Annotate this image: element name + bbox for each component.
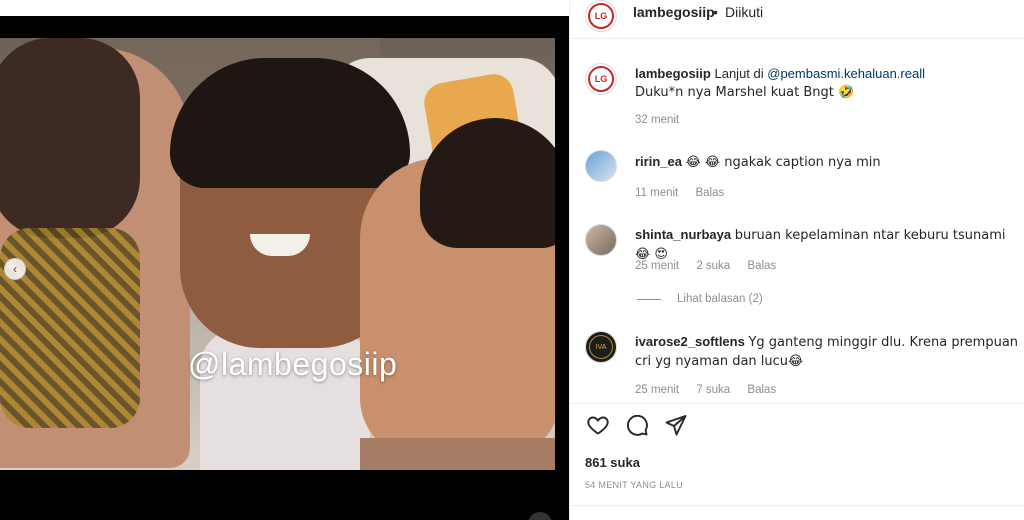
photo-hair-left: [0, 38, 140, 238]
caption-avatar[interactable]: LG: [585, 63, 617, 95]
comment-username[interactable]: ririn_ea: [635, 154, 682, 169]
send-icon: [665, 415, 687, 436]
lambegosiip-logo-icon: LG: [588, 66, 614, 92]
caption-time[interactable]: 32 menit: [635, 114, 679, 126]
ivarose-logo-icon: IVA: [589, 335, 613, 359]
caption-username[interactable]: lambegosiip: [635, 66, 711, 81]
caption-line2: Duku*n nya Marshel kuat Bngt 🤣: [635, 85, 855, 100]
photo-shirt-right: [360, 438, 555, 470]
view-replies-label: Lihat balasan (2): [677, 293, 763, 305]
like-button[interactable]: [585, 412, 611, 438]
caption-meta: 32 menit: [635, 114, 693, 126]
heart-icon: [587, 416, 609, 435]
comment-time[interactable]: 25 menit: [635, 260, 679, 272]
comment-icon: [626, 414, 648, 436]
header-divider: [570, 38, 1024, 39]
reply-button[interactable]: Balas: [747, 260, 776, 272]
photo-necklace: [0, 228, 140, 428]
post-photo[interactable]: @lambegosiip: [0, 38, 555, 470]
lambegosiip-logo-icon: LG: [588, 3, 614, 29]
post-timestamp[interactable]: 54 MENIT YANG LALU: [585, 480, 683, 490]
instagram-post-view: @lambegosiip ‹ LG lambegosiip • Diikuti …: [0, 0, 1024, 520]
reply-button[interactable]: Balas: [695, 187, 724, 199]
comment-username[interactable]: ivarose2_softlens: [635, 334, 745, 349]
comment-username[interactable]: shinta_nurbaya: [635, 227, 731, 242]
actions-divider: [570, 403, 1024, 404]
view-replies-button[interactable]: Lihat balasan (2): [637, 293, 763, 305]
chevron-left-icon: ‹: [13, 262, 17, 276]
comment-likes[interactable]: 7 suka: [696, 384, 730, 396]
media-watermark: @lambegosiip: [188, 346, 398, 382]
comment: ivarose2_softlens Yg ganteng minggir dlu…: [635, 333, 1020, 371]
caption-text: lambegosiip Lanjut di @pembasmi.kehaluan…: [635, 65, 1010, 102]
media-panel: @lambegosiip ‹: [0, 0, 569, 520]
comment-likes[interactable]: 2 suka: [696, 260, 730, 272]
comment-time[interactable]: 11 menit: [635, 187, 678, 199]
reply-button[interactable]: Balas: [747, 384, 776, 396]
comment-avatar-ivarose[interactable]: IVA: [585, 331, 617, 363]
comment-button[interactable]: [624, 412, 650, 438]
follow-status-button[interactable]: Diikuti: [725, 4, 763, 20]
replies-line: [637, 298, 661, 300]
comment: shinta_nurbaya buruan kepelaminan ntar k…: [635, 226, 1015, 264]
caption-text-before-link: Lanjut di: [714, 66, 768, 81]
header-avatar[interactable]: LG: [585, 0, 617, 32]
comment-avatar-ririn[interactable]: [585, 150, 617, 182]
caption-mention-link[interactable]: @pembasmi.kehaluan.reall: [767, 66, 925, 81]
header-separator: •: [713, 4, 718, 20]
comment-avatar-shinta[interactable]: [585, 224, 617, 256]
comment-text: 😂 😂 ngakak caption nya min: [685, 155, 881, 170]
comment-meta: 11 menit Balas: [635, 187, 738, 199]
header-username[interactable]: lambegosiip: [633, 4, 715, 20]
comment-meta: 25 menit 2 suka Balas: [635, 260, 790, 272]
share-button[interactable]: [663, 412, 689, 438]
comment-time[interactable]: 25 menit: [635, 384, 679, 396]
comment: ririn_ea 😂 😂 ngakak caption nya min: [635, 153, 1010, 172]
previous-slide-button[interactable]: ‹: [4, 258, 26, 280]
comment-meta: 25 menit 7 suka Balas: [635, 384, 790, 396]
likes-count[interactable]: 861 suka: [585, 455, 640, 470]
bottom-divider: [570, 505, 1024, 506]
